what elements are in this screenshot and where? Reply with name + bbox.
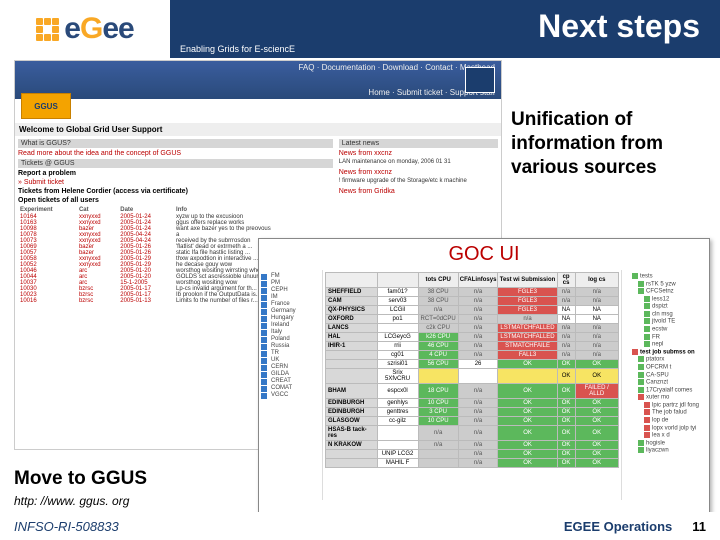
ggus-badge: GGUS: [21, 93, 71, 119]
tagline: Enabling Grids for E-sciencE: [170, 40, 305, 58]
unification-text: Unification of information from various …: [511, 108, 706, 179]
goc-status-grid: tots CPUCFALinfosysTest wi Submissioncp …: [323, 270, 621, 500]
logo-dots-icon: [36, 18, 58, 40]
latest-news-title: Latest news: [339, 139, 498, 148]
report-problem: Report a problem: [18, 170, 333, 177]
footer-right: EGEE Operations: [564, 519, 672, 534]
open-tickets-title: Open tickets of all users: [18, 197, 333, 204]
goc-test-tree: testsrsTK 5 yzwCFCSetnzless12dspiztcln m…: [621, 270, 709, 500]
slide-footer: INFSO-RI-508833 EGEE Operations 11: [0, 512, 720, 540]
slide-content: FAQ · Documentation · Download · Contact…: [0, 58, 720, 512]
tickets-title: Tickets @ GGUS: [18, 159, 333, 168]
logo-e1: e: [64, 12, 80, 45]
slide-header: eGee Enabling Grids for E-sciencE Next s…: [0, 0, 720, 58]
what-is-ggus-text: Read more about the idea and the concept…: [18, 150, 333, 157]
ggus-banner: FAQ · Documentation · Download · Contact…: [15, 61, 501, 99]
logo-text: eGee: [64, 12, 133, 46]
footer-left: INFSO-RI-508833: [14, 519, 119, 534]
header-bar: Enabling Grids for E-sciencE Next steps: [170, 0, 720, 58]
goc-ui-title: GOC UI: [259, 239, 709, 270]
move-to-ggus-text: Move to GGUS: [14, 468, 147, 490]
cordier-tickets: Tickets from Helene Cordier (access via …: [18, 188, 333, 195]
logo-g: G: [80, 12, 102, 45]
page-number: 11: [692, 519, 706, 534]
slide-title: Next steps: [538, 8, 700, 45]
submit-ticket-link: » Submit ticket: [18, 179, 333, 186]
what-is-ggus-title: What is GGUS?: [18, 139, 333, 148]
logo-e3: e: [118, 12, 134, 45]
ggus-url: http: //www. ggus. org: [14, 494, 129, 508]
goc-ui-screenshot: GOC UI FMPMCEPHIMFranceGermanyHungaryIre…: [258, 238, 710, 513]
ggus-welcome: Welcome to Global Grid User Support: [15, 123, 501, 136]
egee-logo: eGee: [0, 0, 170, 58]
egee-small-icon: [465, 67, 495, 93]
goc-region-list: FMPMCEPHIMFranceGermanyHungaryIrelandIta…: [259, 270, 323, 500]
logo-e2: e: [102, 12, 118, 45]
